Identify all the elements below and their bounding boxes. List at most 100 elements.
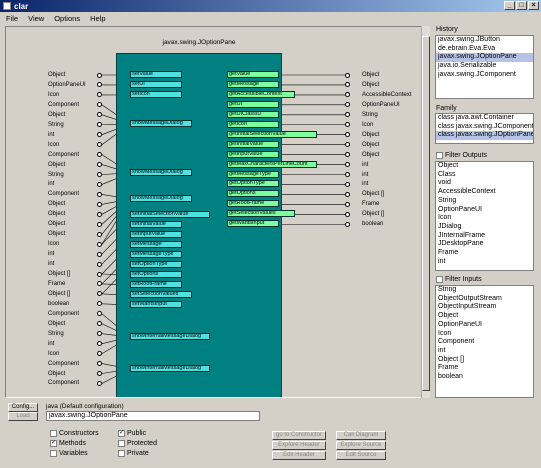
minimize-button[interactable]: _ xyxy=(504,1,515,10)
input-port[interactable] xyxy=(97,201,102,207)
go-to-constructor-button[interactable]: go to Constructor xyxy=(272,431,326,440)
input-port[interactable] xyxy=(97,172,102,177)
inputs-list-item[interactable]: String xyxy=(436,286,533,295)
output-port[interactable] xyxy=(345,201,350,207)
filter-inputs-checkbox[interactable]: Filter Inputs xyxy=(436,276,482,283)
setter-method[interactable]: setWantsInput xyxy=(130,301,182,308)
setter-method[interactable]: setOptionType xyxy=(130,261,182,268)
output-port[interactable] xyxy=(345,211,350,217)
output-port[interactable] xyxy=(345,72,350,78)
output-port[interactable] xyxy=(345,221,350,227)
call-diagram-button[interactable]: Call Diagram xyxy=(336,431,386,440)
input-port[interactable] xyxy=(97,181,102,187)
family-list-item[interactable]: class java.awt.Container xyxy=(436,114,533,123)
outputs-list-item[interactable]: JInternalFrame xyxy=(436,232,533,241)
private-checkbox[interactable]: Private xyxy=(118,450,149,457)
setter-method[interactable]: setValue xyxy=(130,71,182,78)
getter-method[interactable]: getOptions xyxy=(227,190,279,198)
getter-method[interactable]: getRootFrame xyxy=(227,200,279,208)
methods-checkbox[interactable]: ✓ Methods xyxy=(50,440,86,447)
inputs-list-item[interactable]: ObjectOutputStream xyxy=(436,295,533,304)
maximize-button[interactable]: □ xyxy=(516,1,527,10)
history-list-item[interactable]: java.io.Serializable xyxy=(436,62,533,71)
getter-method[interactable]: getUI xyxy=(227,100,279,108)
history-list-item[interactable]: de.ebrain.Eva.Eva xyxy=(436,45,533,54)
history-list-item[interactable]: javax.swing.JComponent xyxy=(436,71,533,80)
input-port[interactable] xyxy=(97,380,102,386)
inputs-list-item[interactable]: ObjectInputStream xyxy=(436,303,533,312)
getter-method[interactable]: getSelectionValues xyxy=(227,210,295,218)
input-port[interactable] xyxy=(97,231,102,237)
input-port[interactable] xyxy=(97,271,102,277)
protected-checkbox[interactable]: Protected xyxy=(118,440,157,447)
outputs-list-item[interactable]: OptionPaneUI xyxy=(436,206,533,215)
filter-outputs-checkbox[interactable]: Filter Outputs xyxy=(436,152,487,159)
input-port[interactable] xyxy=(97,241,102,247)
filter-inputs-list[interactable]: String ObjectOutputStream ObjectInputStrea… xyxy=(435,285,534,398)
outputs-list-item[interactable]: String xyxy=(436,197,533,206)
config-button[interactable]: Config... xyxy=(8,403,38,412)
getter-method[interactable]: getInitialValue xyxy=(227,140,279,148)
getter-method[interactable]: getMaxCharactersPerLineCount xyxy=(227,160,317,168)
setter-method[interactable]: setUI xyxy=(130,81,182,88)
explore-header-button[interactable]: Explore Header xyxy=(272,441,326,450)
getter-method[interactable]: getValue xyxy=(227,71,279,78)
setter-method[interactable]: setSelectionValues xyxy=(130,291,192,298)
output-port[interactable] xyxy=(345,172,350,177)
outputs-list-item[interactable]: AccessibleContext xyxy=(436,188,533,197)
inputs-list-item[interactable]: int xyxy=(436,347,533,356)
setter-method[interactable]: setMessageType xyxy=(130,251,182,258)
input-port[interactable] xyxy=(97,221,102,227)
outputs-list-item[interactable]: int xyxy=(436,258,533,267)
filter-outputs-list[interactable]: Object Class void AccessibleContext String Op… xyxy=(435,161,534,271)
setter-method[interactable]: setIcon xyxy=(130,91,182,98)
edit-header-button[interactable]: Edit Header xyxy=(272,451,326,460)
output-port[interactable] xyxy=(345,191,350,197)
getter-method[interactable]: getWantsInput xyxy=(227,220,279,228)
input-port[interactable] xyxy=(97,261,102,267)
menu-options[interactable]: Options xyxy=(54,14,80,23)
family-list-item[interactable]: class javax.swing.JComponent xyxy=(436,123,533,132)
history-list-item[interactable]: javax.swing.JButton xyxy=(436,36,533,45)
getter-method[interactable]: getInitialSelectionValue xyxy=(227,130,317,138)
outputs-list-item[interactable]: void xyxy=(436,179,533,188)
family-list-item[interactable]: class javax.swing.JOptionPane xyxy=(436,131,533,141)
getter-method[interactable]: getInputValue xyxy=(227,150,279,158)
outputs-list-item[interactable]: Object xyxy=(436,162,533,171)
inputs-list-item[interactable]: boolean xyxy=(436,373,533,382)
setter-method[interactable]: setOptions xyxy=(130,271,182,278)
load-button[interactable]: Load xyxy=(8,412,38,421)
outputs-list-item[interactable]: JDialog xyxy=(436,223,533,232)
inputs-list-item[interactable]: Component xyxy=(436,338,533,347)
diagram-canvas[interactable]: javax.swing.JOptionPane Object OptionPane… xyxy=(5,26,428,398)
close-button[interactable]: × xyxy=(528,1,539,10)
getter-method[interactable]: getIcon xyxy=(227,120,279,128)
inputs-list-item[interactable]: Object xyxy=(436,312,533,321)
setter-method[interactable]: setInitialValue xyxy=(130,221,182,228)
setter-method[interactable]: setInputValue xyxy=(130,231,182,238)
output-port[interactable] xyxy=(345,181,350,187)
getter-method[interactable]: getAccessibleContext xyxy=(227,90,295,98)
constructors-checkbox[interactable]: Constructors xyxy=(50,430,99,437)
edit-source-button[interactable]: Edit Source xyxy=(336,451,386,460)
menu-help[interactable]: Help xyxy=(90,14,105,23)
input-port[interactable] xyxy=(97,251,102,257)
explore-source-button[interactable]: Explore Source xyxy=(336,441,386,450)
setter-method[interactable]: showInternalMessageDialog xyxy=(130,333,210,340)
getter-method[interactable]: getOptionType xyxy=(227,180,279,188)
setter-method[interactable]: setInitialSelectionValue xyxy=(130,211,210,218)
outputs-list-item[interactable]: Frame xyxy=(436,249,533,258)
inputs-list-item[interactable]: Object [] xyxy=(436,356,533,365)
menu-file[interactable]: File xyxy=(6,14,18,23)
setter-method[interactable]: showMessageDialog xyxy=(130,195,192,202)
input-port[interactable] xyxy=(97,191,102,197)
outputs-list-item[interactable]: JDesktopPane xyxy=(436,240,533,249)
diagram-scrollbar[interactable] xyxy=(421,26,430,398)
outputs-list-item[interactable]: Class xyxy=(436,171,533,180)
setter-method[interactable]: setMessage xyxy=(130,241,182,248)
history-list[interactable]: javax.swing.JButton de.ebrain.Eva.Eva java… xyxy=(435,35,534,99)
public-checkbox[interactable]: ✓ Public xyxy=(118,430,146,437)
variables-checkbox[interactable]: Variables xyxy=(50,450,88,457)
getter-method[interactable]: getMessage xyxy=(227,80,279,88)
family-list[interactable]: class java.awt.Container class javax.swin… xyxy=(435,113,534,144)
